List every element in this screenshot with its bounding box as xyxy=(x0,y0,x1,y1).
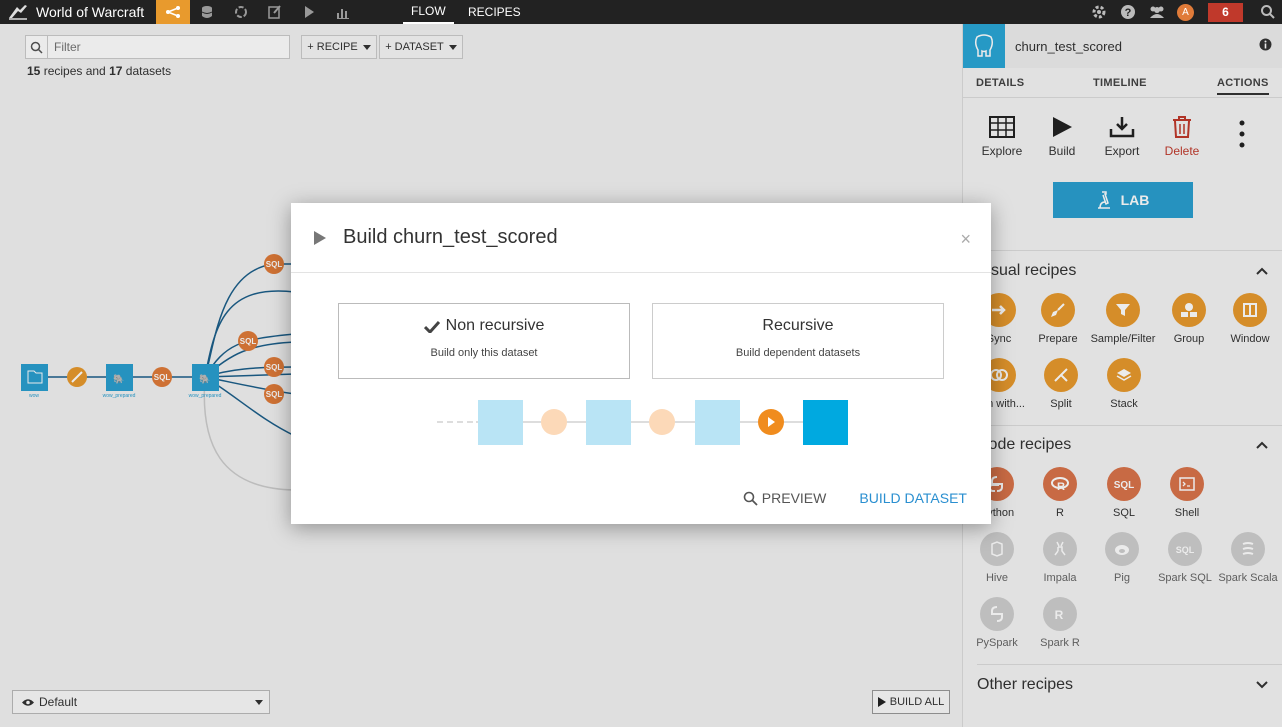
build-pipeline-illustration xyxy=(437,400,848,445)
project-title[interactable]: World of Warcraft xyxy=(36,4,144,20)
notification-badge[interactable]: 6 xyxy=(1208,2,1243,22)
modal-title: Build churn_test_scored xyxy=(343,226,558,248)
top-bar: World of Warcraft FLOW RECIPES ? A 6 xyxy=(0,0,1282,24)
datasets-icon[interactable] xyxy=(190,0,224,24)
flow-icon[interactable] xyxy=(156,0,191,24)
help-icon[interactable]: ? xyxy=(1113,0,1142,24)
gear-icon[interactable] xyxy=(1084,0,1113,24)
dashboards-icon[interactable] xyxy=(326,0,360,24)
option-non-recursive[interactable]: Non recursive Build only this dataset xyxy=(338,303,630,379)
notebooks-icon[interactable] xyxy=(258,0,292,24)
search-icon[interactable] xyxy=(1253,0,1282,24)
search-icon xyxy=(743,491,758,506)
tab-flow[interactable]: FLOW xyxy=(403,0,454,24)
play-icon xyxy=(314,230,326,245)
models-icon[interactable] xyxy=(224,0,258,24)
option-recursive[interactable]: Recursive Build dependent datasets xyxy=(652,303,944,379)
dss-logo-icon[interactable] xyxy=(0,0,36,24)
svg-text:?: ? xyxy=(1124,7,1131,19)
close-button[interactable]: × xyxy=(960,229,971,250)
users-icon[interactable] xyxy=(1142,0,1171,24)
build-modal: Build churn_test_scored × Non recursive … xyxy=(291,203,991,524)
avatar[interactable]: A xyxy=(1171,0,1200,24)
build-dataset-button[interactable]: BUILD DATASET xyxy=(859,490,967,506)
check-icon xyxy=(423,320,440,333)
tab-recipes[interactable]: RECIPES xyxy=(460,0,529,24)
jobs-icon[interactable] xyxy=(292,0,326,24)
preview-button[interactable]: PREVIEW xyxy=(743,490,826,506)
